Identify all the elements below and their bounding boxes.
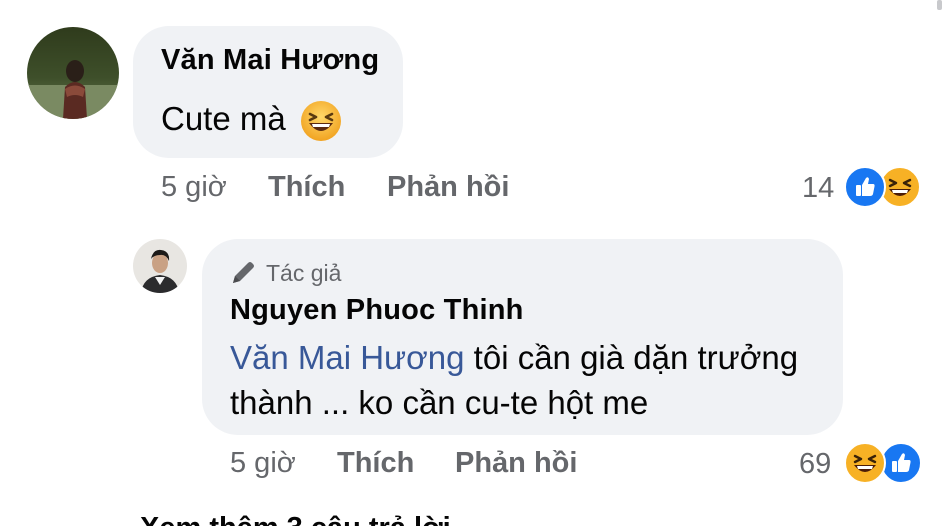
- reply-mention-link[interactable]: Văn Mai Hương: [230, 339, 465, 376]
- reply-reply-button[interactable]: Phản hồi: [455, 447, 577, 480]
- avatar-photo: [27, 27, 119, 119]
- avatar-van-mai-huong[interactable]: [27, 27, 119, 119]
- comment-reaction-count[interactable]: 14: [802, 172, 834, 205]
- reply-reaction-count[interactable]: 69: [799, 448, 831, 481]
- reply-text-line-2: thành ... ko cần cu-te hột me: [230, 384, 649, 421]
- comment-time[interactable]: 5 giờ: [161, 171, 227, 204]
- view-more-replies-link[interactable]: Xem thêm 3 câu trả lời: [140, 512, 451, 526]
- comment-text-content: Cute mà: [161, 100, 286, 137]
- reply-author-name[interactable]: Nguyen Phuoc Thinh: [230, 294, 524, 327]
- avatar-photo: [133, 239, 187, 293]
- author-badge: Tác giả: [229, 259, 341, 287]
- laughing-emoji-icon: [300, 100, 342, 142]
- pencil-icon: [233, 262, 254, 283]
- reply-text-content-1: tôi cần già dặn trưởng: [464, 339, 799, 376]
- comment-reply-button[interactable]: Phản hồi: [387, 171, 509, 204]
- like-reaction-icon[interactable]: [844, 166, 886, 208]
- comment-like-button[interactable]: Thích: [268, 171, 345, 204]
- view-more-replies-clip: Xem thêm 3 câu trả lời: [0, 512, 946, 526]
- comment-text: Cute mà: [161, 100, 286, 138]
- comment-author-name[interactable]: Văn Mai Hương: [161, 44, 379, 77]
- author-badge-label: Tác giả: [266, 259, 342, 286]
- avatar-nguyen-phuoc-thinh[interactable]: [133, 239, 187, 293]
- reply-text-line-1: Văn Mai Hương tôi cần già dặn trưởng: [230, 339, 798, 377]
- reply-time[interactable]: 5 giờ: [230, 447, 296, 480]
- haha-reaction-icon[interactable]: [844, 442, 886, 484]
- scrollbar-thumb[interactable]: [937, 0, 942, 10]
- reply-like-button[interactable]: Thích: [337, 447, 414, 480]
- like-reaction-icon[interactable]: [880, 442, 922, 484]
